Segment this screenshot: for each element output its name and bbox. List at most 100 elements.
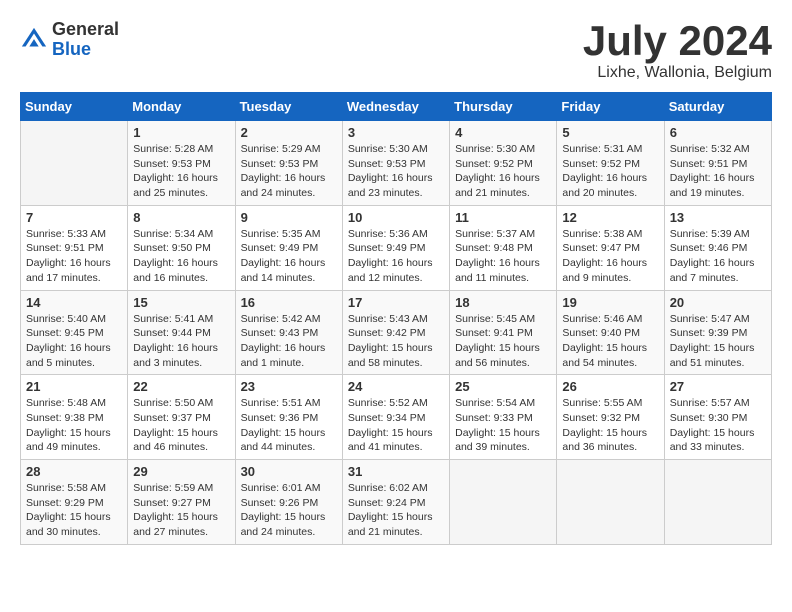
day-content: Sunrise: 5:34 AM Sunset: 9:50 PM Dayligh… (133, 227, 229, 286)
day-content: Sunrise: 5:37 AM Sunset: 9:48 PM Dayligh… (455, 227, 551, 286)
week-row-4: 21 Sunrise: 5:48 AM Sunset: 9:38 PM Dayli… (21, 375, 772, 460)
day-number: 14 (26, 295, 122, 310)
calendar-cell: 8 Sunrise: 5:34 AM Sunset: 9:50 PM Daylig… (128, 205, 235, 290)
day-number: 5 (562, 125, 658, 140)
calendar-cell: 20Sunrise: 5:47 AM Sunset: 9:39 PM Dayli… (664, 290, 771, 375)
calendar-cell: 18Sunrise: 5:45 AM Sunset: 9:41 PM Dayli… (450, 290, 557, 375)
day-content: Sunrise: 6:02 AM Sunset: 9:24 PM Dayligh… (348, 481, 444, 540)
day-number: 23 (241, 379, 337, 394)
calendar-cell: 13 Sunrise: 5:39 AM Sunset: 9:46 PM Dayli… (664, 205, 771, 290)
day-number: 20 (670, 295, 766, 310)
logo-icon (20, 26, 48, 54)
header-row: SundayMondayTuesdayWednesdayThursdayFrid… (21, 93, 772, 121)
day-number: 12 (562, 210, 658, 225)
day-number: 10 (348, 210, 444, 225)
calendar-cell: 28Sunrise: 5:58 AM Sunset: 9:29 PM Dayli… (21, 460, 128, 545)
day-number: 22 (133, 379, 229, 394)
calendar-cell: 19 Sunrise: 5:46 AM Sunset: 9:40 PM Dayli… (557, 290, 664, 375)
day-content: Sunrise: 5:50 AM Sunset: 9:37 PM Dayligh… (133, 396, 229, 455)
calendar-cell: 5 Sunrise: 5:31 AM Sunset: 9:52 PM Daylig… (557, 121, 664, 206)
day-header-saturday: Saturday (664, 93, 771, 121)
calendar-cell: 24 Sunrise: 5:52 AM Sunset: 9:34 PM Dayli… (342, 375, 449, 460)
day-content: Sunrise: 5:28 AM Sunset: 9:53 PM Dayligh… (133, 142, 229, 201)
day-content: Sunrise: 5:55 AM Sunset: 9:32 PM Dayligh… (562, 396, 658, 455)
calendar-table: SundayMondayTuesdayWednesdayThursdayFrid… (20, 92, 772, 545)
day-number: 19 (562, 295, 658, 310)
day-number: 1 (133, 125, 229, 140)
logo-text: General Blue (52, 20, 119, 60)
calendar-cell: 1 Sunrise: 5:28 AM Sunset: 9:53 PM Daylig… (128, 121, 235, 206)
day-content: Sunrise: 5:59 AM Sunset: 9:27 PM Dayligh… (133, 481, 229, 540)
header: General Blue July 2024 Lixhe, Wallonia, … (20, 20, 772, 82)
calendar-cell: 26 Sunrise: 5:55 AM Sunset: 9:32 PM Dayli… (557, 375, 664, 460)
calendar-cell: 10 Sunrise: 5:36 AM Sunset: 9:49 PM Dayli… (342, 205, 449, 290)
calendar-cell: 11Sunrise: 5:37 AM Sunset: 9:48 PM Dayli… (450, 205, 557, 290)
week-row-1: 1 Sunrise: 5:28 AM Sunset: 9:53 PM Daylig… (21, 121, 772, 206)
calendar-cell: 30 Sunrise: 6:01 AM Sunset: 9:26 PM Dayli… (235, 460, 342, 545)
calendar-cell: 4 Sunrise: 5:30 AM Sunset: 9:52 PM Daylig… (450, 121, 557, 206)
day-content: Sunrise: 5:43 AM Sunset: 9:42 PM Dayligh… (348, 312, 444, 371)
calendar-cell: 31Sunrise: 6:02 AM Sunset: 9:24 PM Dayli… (342, 460, 449, 545)
location: Lixhe, Wallonia, Belgium (583, 64, 772, 82)
day-content: Sunrise: 5:41 AM Sunset: 9:44 PM Dayligh… (133, 312, 229, 371)
logo: General Blue (20, 20, 119, 60)
calendar-cell: 2 Sunrise: 5:29 AM Sunset: 9:53 PM Daylig… (235, 121, 342, 206)
calendar-cell: 16Sunrise: 5:42 AM Sunset: 9:43 PM Dayli… (235, 290, 342, 375)
day-number: 29 (133, 464, 229, 479)
day-number: 25 (455, 379, 551, 394)
calendar-cell: 14 Sunrise: 5:40 AM Sunset: 9:45 PM Dayli… (21, 290, 128, 375)
day-content: Sunrise: 5:39 AM Sunset: 9:46 PM Dayligh… (670, 227, 766, 286)
calendar-cell: 25 Sunrise: 5:54 AM Sunset: 9:33 PM Dayli… (450, 375, 557, 460)
day-number: 2 (241, 125, 337, 140)
day-content: Sunrise: 5:51 AM Sunset: 9:36 PM Dayligh… (241, 396, 337, 455)
day-content: Sunrise: 5:58 AM Sunset: 9:29 PM Dayligh… (26, 481, 122, 540)
day-content: Sunrise: 5:57 AM Sunset: 9:30 PM Dayligh… (670, 396, 766, 455)
day-content: Sunrise: 5:29 AM Sunset: 9:53 PM Dayligh… (241, 142, 337, 201)
day-header-friday: Friday (557, 93, 664, 121)
day-content: Sunrise: 5:32 AM Sunset: 9:51 PM Dayligh… (670, 142, 766, 201)
day-number: 26 (562, 379, 658, 394)
day-content: Sunrise: 5:36 AM Sunset: 9:49 PM Dayligh… (348, 227, 444, 286)
calendar-cell: 9Sunrise: 5:35 AM Sunset: 9:49 PM Daylig… (235, 205, 342, 290)
day-number: 4 (455, 125, 551, 140)
day-content: Sunrise: 6:01 AM Sunset: 9:26 PM Dayligh… (241, 481, 337, 540)
logo-general-label: General (52, 20, 119, 40)
calendar-cell (21, 121, 128, 206)
day-content: Sunrise: 5:30 AM Sunset: 9:52 PM Dayligh… (455, 142, 551, 201)
calendar-cell: 22 Sunrise: 5:50 AM Sunset: 9:37 PM Dayli… (128, 375, 235, 460)
day-number: 8 (133, 210, 229, 225)
day-content: Sunrise: 5:54 AM Sunset: 9:33 PM Dayligh… (455, 396, 551, 455)
calendar-cell (664, 460, 771, 545)
calendar-cell: 6 Sunrise: 5:32 AM Sunset: 9:51 PM Daylig… (664, 121, 771, 206)
calendar-cell: 7Sunrise: 5:33 AM Sunset: 9:51 PM Daylig… (21, 205, 128, 290)
day-number: 7 (26, 210, 122, 225)
calendar-cell: 21 Sunrise: 5:48 AM Sunset: 9:38 PM Dayli… (21, 375, 128, 460)
day-header-wednesday: Wednesday (342, 93, 449, 121)
calendar-cell: 17Sunrise: 5:43 AM Sunset: 9:42 PM Dayli… (342, 290, 449, 375)
calendar-cell: 12Sunrise: 5:38 AM Sunset: 9:47 PM Dayli… (557, 205, 664, 290)
day-number: 6 (670, 125, 766, 140)
day-content: Sunrise: 5:31 AM Sunset: 9:52 PM Dayligh… (562, 142, 658, 201)
day-number: 30 (241, 464, 337, 479)
calendar-cell: 29 Sunrise: 5:59 AM Sunset: 9:27 PM Dayli… (128, 460, 235, 545)
day-number: 16 (241, 295, 337, 310)
day-content: Sunrise: 5:48 AM Sunset: 9:38 PM Dayligh… (26, 396, 122, 455)
day-content: Sunrise: 5:52 AM Sunset: 9:34 PM Dayligh… (348, 396, 444, 455)
day-content: Sunrise: 5:46 AM Sunset: 9:40 PM Dayligh… (562, 312, 658, 371)
day-header-sunday: Sunday (21, 93, 128, 121)
day-header-thursday: Thursday (450, 93, 557, 121)
day-content: Sunrise: 5:40 AM Sunset: 9:45 PM Dayligh… (26, 312, 122, 371)
week-row-5: 28Sunrise: 5:58 AM Sunset: 9:29 PM Dayli… (21, 460, 772, 545)
day-content: Sunrise: 5:35 AM Sunset: 9:49 PM Dayligh… (241, 227, 337, 286)
calendar-cell: 23 Sunrise: 5:51 AM Sunset: 9:36 PM Dayli… (235, 375, 342, 460)
day-number: 21 (26, 379, 122, 394)
calendar-cell: 3Sunrise: 5:30 AM Sunset: 9:53 PM Daylig… (342, 121, 449, 206)
day-number: 15 (133, 295, 229, 310)
week-row-2: 7Sunrise: 5:33 AM Sunset: 9:51 PM Daylig… (21, 205, 772, 290)
day-number: 27 (670, 379, 766, 394)
day-header-tuesday: Tuesday (235, 93, 342, 121)
day-number: 18 (455, 295, 551, 310)
day-number: 24 (348, 379, 444, 394)
day-number: 13 (670, 210, 766, 225)
day-content: Sunrise: 5:30 AM Sunset: 9:53 PM Dayligh… (348, 142, 444, 201)
